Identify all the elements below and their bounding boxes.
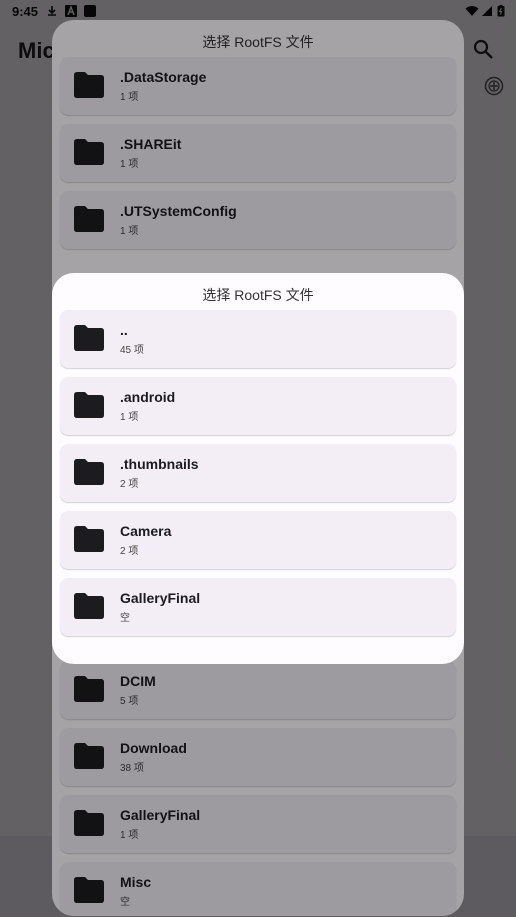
file-item-parent-dir[interactable]: .. 45 项 — [60, 310, 456, 368]
folder-icon — [74, 392, 104, 418]
folder-icon — [74, 459, 104, 485]
file-list: .. 45 项 .android 1 项 .thumbnails 2 项 Cam… — [60, 310, 456, 645]
folder-icon — [74, 593, 104, 619]
file-count: 2 项 — [120, 546, 139, 557]
file-count: 空 — [120, 613, 130, 624]
file-count: 45 项 — [120, 345, 144, 356]
file-name: Camera — [120, 523, 172, 539]
file-item-thumbnails[interactable]: .thumbnails 2 项 — [60, 444, 456, 502]
file-count: 2 项 — [120, 479, 139, 490]
file-item-camera[interactable]: Camera 2 项 — [60, 511, 456, 569]
dialog-title: 选择 RootFS 文件 — [202, 287, 314, 303]
file-item-android[interactable]: .android 1 项 — [60, 377, 456, 435]
file-name: .android — [120, 389, 176, 405]
folder-icon — [74, 325, 104, 351]
file-picker-dialog: 选择 RootFS 文件 .. 45 项 .android 1 项 .thumb… — [52, 273, 464, 664]
file-name: GalleryFinal — [120, 590, 201, 606]
file-item-galleryfinal[interactable]: GalleryFinal 空 — [60, 578, 456, 636]
file-count: 1 项 — [120, 412, 139, 423]
file-name: .thumbnails — [120, 456, 199, 472]
folder-icon — [74, 526, 104, 552]
file-name: .. — [120, 322, 128, 338]
